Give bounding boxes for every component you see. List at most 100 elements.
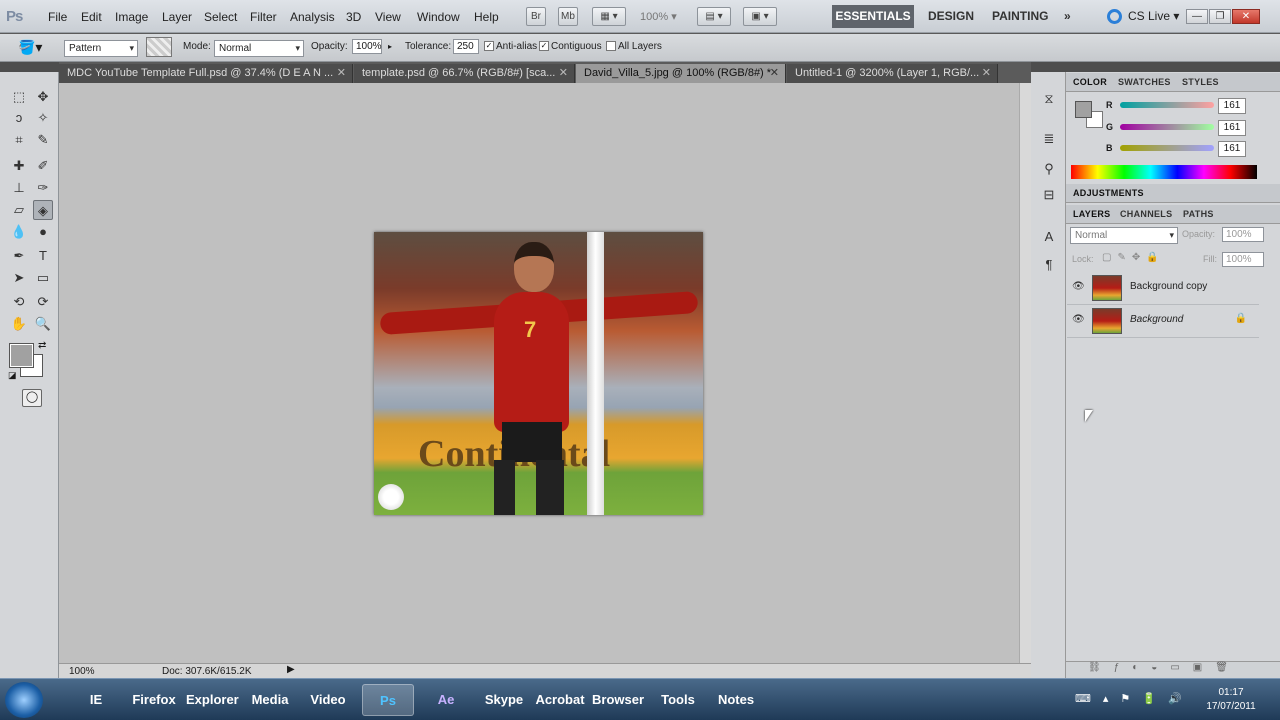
paint-bucket-preset-icon[interactable]: 🪣▾	[18, 39, 42, 56]
move-tool-icon[interactable]: ✥	[33, 87, 53, 107]
crop-tool-icon[interactable]: ⌗	[9, 130, 29, 150]
taskbar-clock[interactable]: 01:17 17/07/2011	[1200, 686, 1262, 714]
mode-select[interactable]: Normal	[214, 40, 304, 57]
taskbar-photoshop-icon[interactable]: Ps	[362, 684, 414, 716]
taskbar-skype-icon[interactable]: Skype	[478, 684, 530, 716]
paint-bucket-tool-icon[interactable]: ◈	[33, 200, 53, 220]
menu-view[interactable]: View	[375, 10, 401, 24]
3d-orbit-tool-icon[interactable]: ⟳	[33, 292, 53, 312]
menu-layer[interactable]: Layer	[162, 10, 192, 24]
foreground-color-swatch[interactable]	[9, 343, 34, 368]
menu-image[interactable]: Image	[115, 10, 148, 24]
pattern-picker[interactable]	[146, 37, 172, 57]
green-slider[interactable]	[1120, 124, 1214, 130]
rectangle-tool-icon[interactable]: ▭	[33, 268, 53, 288]
opacity-field[interactable]: 100%	[352, 39, 382, 54]
taskbar-media-icon[interactable]: Media	[244, 684, 296, 716]
view-extras-button[interactable]: ▦ ▾	[592, 7, 626, 26]
start-button[interactable]	[5, 682, 43, 718]
system-tray-icons[interactable]: ⌨▴⚑🔋🔊	[1075, 692, 1194, 705]
blue-value-field[interactable]: 161	[1218, 141, 1246, 157]
right-panels-header[interactable]	[1066, 62, 1280, 72]
3d-rotate-tool-icon[interactable]: ⟲	[9, 292, 29, 312]
eyedropper-tool-icon[interactable]: ✎	[33, 130, 53, 150]
tab-close-icon[interactable]: ✕	[337, 64, 346, 82]
red-value-field[interactable]: 161	[1218, 98, 1246, 114]
history-panel-icon[interactable]: ⧖	[1040, 90, 1058, 108]
launch-minibridge-button[interactable]: Mb	[558, 7, 578, 26]
arrange-documents-button[interactable]: ▤ ▾	[697, 7, 731, 26]
layer-row[interactable]: 👁 Background 🔒	[1067, 305, 1259, 338]
lock-icons[interactable]: ▢✎✥🔒	[1102, 252, 1165, 263]
tab-untitled-1[interactable]: Untitled-1 @ 3200% (Layer 1, RGB/... ✕	[787, 64, 998, 83]
taskbar-aftereffects-icon[interactable]: Ae	[420, 684, 472, 716]
minimize-button[interactable]: —	[1186, 9, 1208, 24]
taskbar-explorer-icon[interactable]: Explorer	[186, 684, 239, 716]
hand-tool-icon[interactable]: ✋	[9, 314, 29, 334]
color-spectrum-ramp[interactable]	[1071, 165, 1257, 179]
tab-close-icon[interactable]: ✕	[982, 64, 991, 82]
fill-source-select[interactable]: Pattern	[64, 40, 138, 57]
fill-field[interactable]: 100%	[1222, 252, 1264, 267]
blur-tool-icon[interactable]: 💧	[9, 222, 29, 242]
menu-3d[interactable]: 3D	[346, 10, 361, 24]
color-panel-fg-swatch[interactable]	[1075, 101, 1092, 118]
tab-close-icon[interactable]: ✕	[770, 64, 779, 82]
launch-bridge-button[interactable]: Br	[526, 7, 546, 26]
visibility-eye-icon[interactable]: 👁	[1072, 314, 1085, 325]
tab-channels[interactable]: CHANNELS	[1120, 209, 1172, 219]
blue-slider[interactable]	[1120, 145, 1214, 151]
taskbar-firefox-icon[interactable]: Firefox	[128, 684, 180, 716]
lasso-tool-icon[interactable]: ↄ	[9, 108, 29, 128]
clone-stamp-tool-icon[interactable]: ⊥	[9, 178, 29, 198]
layers-footer-icons[interactable]: ⛓ƒ◐◒▭▣🗑	[1088, 662, 1241, 673]
type-tool-icon[interactable]: T	[33, 246, 53, 266]
default-colors-icon[interactable]: ◪	[8, 370, 17, 381]
quick-mask-button[interactable]: ◯	[22, 389, 42, 407]
panel-dock-header[interactable]	[1031, 62, 1066, 72]
vertical-scrollbar[interactable]	[1019, 83, 1031, 663]
swap-colors-icon[interactable]: ⇄	[38, 340, 46, 351]
close-button[interactable]: ✕	[1232, 9, 1260, 24]
taskbar-tools-icon[interactable]: Tools	[652, 684, 704, 716]
green-value-field[interactable]: 161	[1218, 120, 1246, 136]
tab-color[interactable]: COLOR	[1073, 77, 1107, 87]
workspace-design[interactable]: DESIGN	[928, 9, 974, 23]
character-panel-icon[interactable]: A	[1040, 228, 1058, 246]
menu-help[interactable]: Help	[474, 10, 499, 24]
tab-david-villa[interactable]: David_Villa_5.jpg @ 100% (RGB/8#) * ✕	[576, 64, 786, 83]
workspace-essentials[interactable]: ESSENTIALS	[832, 5, 914, 28]
all-layers-checkbox[interactable]	[606, 41, 616, 51]
workspace-painting[interactable]: PAINTING	[992, 9, 1048, 23]
blend-mode-select[interactable]: Normal	[1070, 227, 1178, 244]
tool-presets-panel-icon[interactable]: ⊟	[1040, 186, 1058, 204]
taskbar-ie-icon[interactable]: IE	[70, 684, 122, 716]
opacity-slider-arrow-icon[interactable]: ▸	[388, 42, 392, 51]
history-brush-tool-icon[interactable]: ✑	[33, 178, 53, 198]
healing-brush-tool-icon[interactable]: ✚	[9, 156, 29, 176]
tolerance-field[interactable]: 250	[453, 39, 479, 54]
path-selection-tool-icon[interactable]: ➤	[9, 268, 29, 288]
menu-analysis[interactable]: Analysis	[290, 10, 335, 24]
tab-swatches[interactable]: SWATCHES	[1118, 77, 1171, 87]
dodge-tool-icon[interactable]: ●	[33, 222, 53, 242]
menu-file[interactable]: File	[48, 10, 67, 24]
status-menu-arrow-icon[interactable]: ▶	[287, 664, 295, 675]
tab-close-icon[interactable]: ✕	[559, 64, 568, 82]
cs-live-menu[interactable]: CS Live ▾	[1128, 9, 1179, 23]
taskbar-video-icon[interactable]: Video	[302, 684, 354, 716]
document-image[interactable]: Continental 7	[374, 232, 703, 515]
zoom-level-menu[interactable]: 100% ▾	[640, 10, 677, 23]
tab-mdc-template[interactable]: MDC YouTube Template Full.psd @ 37.4% (D…	[59, 64, 353, 83]
paragraph-panel-icon[interactable]: ¶	[1040, 256, 1058, 274]
layer-row[interactable]: 👁 Background copy	[1067, 272, 1259, 305]
screen-mode-button[interactable]: ▣ ▾	[743, 7, 777, 26]
tab-template[interactable]: template.psd @ 66.7% (RGB/8#) [sca... ✕	[354, 64, 575, 83]
zoom-tool-icon[interactable]: 🔍	[33, 314, 53, 334]
taskbar-browser-icon[interactable]: Browser	[592, 684, 644, 716]
contiguous-checkbox[interactable]: ✓	[539, 41, 549, 51]
menu-edit[interactable]: Edit	[81, 10, 102, 24]
taskbar-notes-icon[interactable]: Notes	[710, 684, 762, 716]
tab-layers[interactable]: LAYERS	[1073, 209, 1110, 219]
red-slider[interactable]	[1120, 102, 1214, 108]
